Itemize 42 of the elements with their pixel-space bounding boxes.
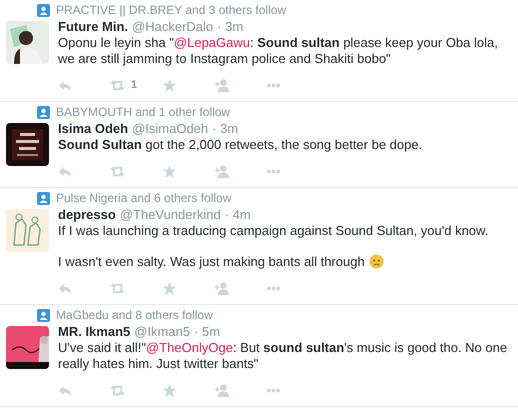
tweet-text: I wasn't even salty. Was just making bants all through — [58, 254, 514, 270]
person-icon — [37, 192, 50, 204]
star-icon — [162, 78, 177, 92]
retweet-icon — [110, 382, 125, 398]
follow-context: MaGbedu and 8 others follow — [56, 308, 213, 322]
tweet-time[interactable]: · 5m — [194, 323, 220, 340]
add-person-icon — [214, 280, 229, 296]
frowning-face-icon — [368, 254, 384, 269]
retweet-icon — [110, 78, 125, 92]
retweet-count: 1 — [131, 79, 138, 91]
person-icon — [37, 4, 50, 16]
follow-context: PRACTIVE || DR.BREY and 3 others follow — [56, 3, 286, 17]
user-name[interactable]: Isima Odeh — [58, 120, 128, 137]
retweet-icon — [110, 164, 125, 178]
retweet-button[interactable]: 1 — [110, 78, 162, 92]
tweet-text: U've said it all!"@TheOnlyOge: But sound sultan's music is good tho. No one really hates him. Just twitter bants" — [58, 340, 508, 372]
add-person-icon — [214, 382, 229, 398]
follow-context: BABYMOUTH and 1 other follow — [56, 105, 230, 119]
tweet-text: Oponu le leyin sha "@LepaGawu: Sound sultan please keep your Oba lola, we are still jamming to Instagram police and Shakiti bobo" — [58, 35, 499, 67]
star-icon — [162, 382, 177, 398]
tweet-text: If I was launching a traducing campaign against Sound Sultan, you'd know. — [58, 223, 490, 239]
tweet-time[interactable]: · 4m — [224, 206, 251, 223]
star-icon — [162, 164, 177, 178]
retweet-icon — [110, 280, 125, 296]
tweet-time[interactable]: · 3m — [212, 120, 238, 137]
star-icon — [162, 280, 177, 296]
follow-context: Pulse Nigeria and 6 others follow — [56, 191, 232, 205]
user-handle[interactable]: @IsimaOdeh — [132, 120, 208, 137]
add-person-icon — [214, 164, 229, 178]
user-name[interactable]: Future Min. — [58, 18, 128, 35]
user-handle[interactable]: @HackerDalo — [132, 18, 214, 35]
person-icon — [37, 308, 50, 322]
tweet-time[interactable]: · 3m — [217, 18, 244, 35]
mention-link[interactable]: @TheOnlyOge — [146, 340, 233, 355]
user-name[interactable]: MR. Ikman5 — [58, 323, 130, 340]
mention-link[interactable]: @LepaGawu — [174, 35, 250, 50]
person-icon — [37, 106, 50, 118]
tweet-text: Sound Sultan got the 2,000 retweets, the song better be dope. — [58, 137, 424, 153]
add-person-icon — [214, 78, 229, 92]
user-handle[interactable]: @Ikman5 — [134, 323, 190, 340]
user-handle[interactable]: @TheVunderkind — [120, 206, 221, 223]
user-name[interactable]: depresso — [58, 206, 116, 223]
